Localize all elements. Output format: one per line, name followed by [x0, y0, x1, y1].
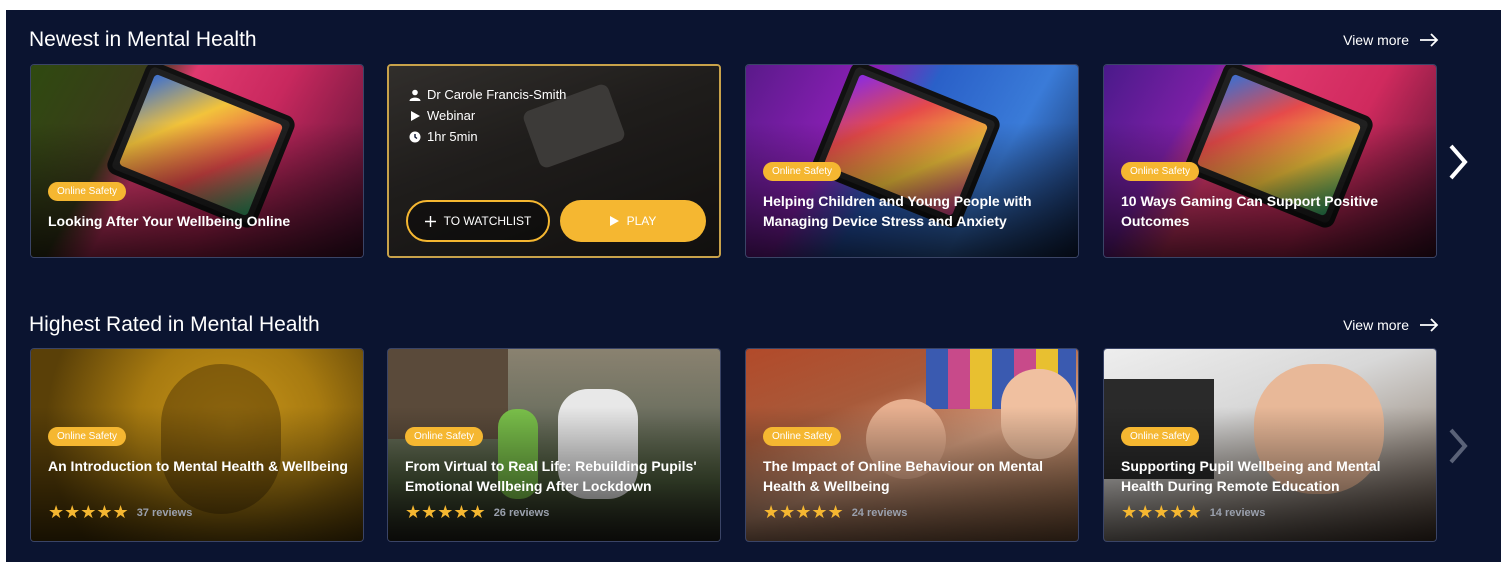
- play-button[interactable]: PLAY: [560, 200, 706, 242]
- play-label: PLAY: [626, 214, 657, 228]
- category-badge: Online Safety: [763, 427, 842, 446]
- section-title: Newest in Mental Health: [29, 28, 257, 51]
- card-title: From Virtual to Real Life: Rebuilding Pu…: [405, 458, 697, 494]
- card-title: Looking After Your Wellbeing Online: [48, 213, 291, 229]
- category-badge: Online Safety: [48, 182, 127, 201]
- view-more-link[interactable]: View more: [1343, 317, 1439, 333]
- add-to-watchlist-button[interactable]: TO WATCHLIST: [406, 200, 550, 242]
- category-badge: Online Safety: [405, 427, 484, 446]
- star-icon: ★★★★★: [405, 502, 486, 522]
- review-count: 26 reviews: [493, 506, 550, 519]
- category-badge: Online Safety: [1121, 427, 1200, 446]
- card-title: Helping Children and Young People with M…: [763, 193, 1032, 229]
- review-count: 37 reviews: [136, 506, 193, 519]
- rating: ★★★★★ 26 reviews: [405, 502, 549, 523]
- review-count: 24 reviews: [851, 506, 908, 519]
- view-more-label: View more: [1343, 32, 1409, 48]
- category-badge: Online Safety: [1121, 162, 1200, 181]
- course-card[interactable]: Online Safety From Virtual to Real Life:…: [387, 348, 721, 542]
- star-icon: ★★★★★: [48, 502, 129, 522]
- watchlist-label: TO WATCHLIST: [443, 214, 532, 228]
- arrow-right-icon: [1420, 318, 1439, 332]
- course-card[interactable]: Online Safety Helping Children and Young…: [745, 64, 1079, 258]
- author-name: Dr Carole Francis-Smith: [427, 87, 567, 102]
- review-count: 14 reviews: [1209, 506, 1266, 519]
- view-more-label: View more: [1343, 317, 1409, 333]
- section-title: Highest Rated in Mental Health: [29, 313, 320, 336]
- card-meta: Dr Carole Francis-Smith Webinar 1hr 5min: [409, 84, 566, 147]
- card-title: The Impact of Online Behaviour on Mental…: [763, 458, 1044, 494]
- plus-icon: [424, 215, 436, 227]
- card-title: 10 Ways Gaming Can Support Positive Outc…: [1121, 193, 1378, 229]
- arrow-right-icon: [1420, 33, 1439, 47]
- card-title: Supporting Pupil Wellbeing and Mental He…: [1121, 458, 1381, 494]
- course-card[interactable]: Online Safety 10 Ways Gaming Can Support…: [1103, 64, 1437, 258]
- clock-icon: [409, 131, 421, 142]
- course-card-hovered[interactable]: Dr Carole Francis-Smith Webinar 1hr 5min…: [387, 64, 721, 258]
- chevron-right-icon[interactable]: [1446, 426, 1470, 466]
- course-card[interactable]: Online Safety The Impact of Online Behav…: [745, 348, 1079, 542]
- duration-label: 1hr 5min: [427, 129, 478, 144]
- course-card[interactable]: Online Safety Looking After Your Wellbei…: [30, 64, 364, 258]
- rating: ★★★★★ 14 reviews: [1121, 502, 1265, 523]
- course-card[interactable]: Online Safety An Introduction to Mental …: [30, 348, 364, 542]
- user-icon: [409, 89, 421, 101]
- rating: ★★★★★ 24 reviews: [763, 502, 907, 523]
- star-icon: ★★★★★: [1121, 502, 1202, 522]
- rating: ★★★★★ 37 reviews: [48, 502, 192, 523]
- chevron-right-icon[interactable]: [1446, 142, 1470, 182]
- star-icon: ★★★★★: [763, 502, 844, 522]
- format-label: Webinar: [427, 108, 476, 123]
- category-badge: Online Safety: [763, 162, 842, 181]
- category-badge: Online Safety: [48, 427, 127, 446]
- course-card[interactable]: Online Safety Supporting Pupil Wellbeing…: [1103, 348, 1437, 542]
- view-more-link[interactable]: View more: [1343, 32, 1439, 48]
- play-icon: [609, 216, 619, 226]
- card-title: An Introduction to Mental Health & Wellb…: [48, 458, 348, 474]
- app-background: Newest in Mental Health View more Online…: [6, 10, 1501, 562]
- play-icon: [411, 110, 420, 121]
